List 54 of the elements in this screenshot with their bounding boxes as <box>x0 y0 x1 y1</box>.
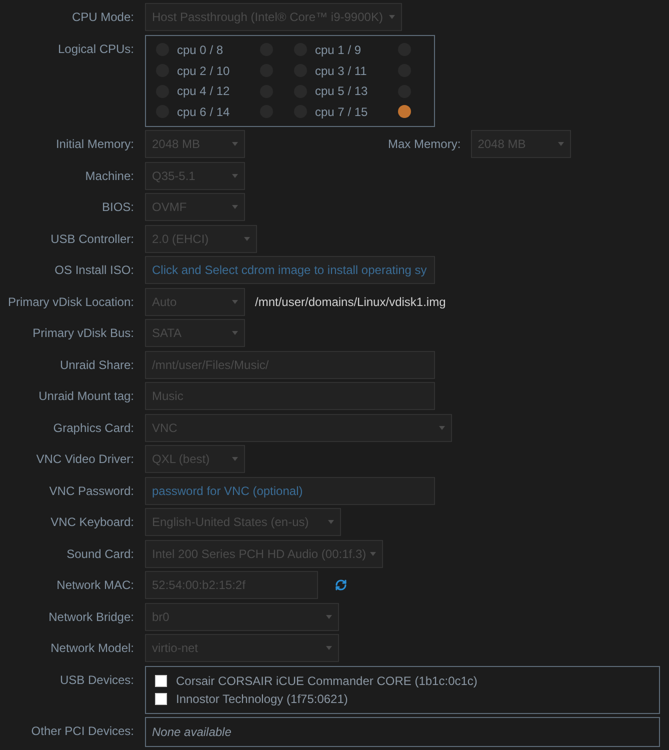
iso-path-field[interactable]: Click and Select cdrom image to install operating sy <box>145 256 435 284</box>
field-label: Machine: <box>84 168 134 184</box>
caret-icon <box>389 15 395 19</box>
caret-icon <box>232 142 238 146</box>
usb-device-label[interactable]: Innostor Technology (1f75:0621) <box>176 692 348 706</box>
caret-icon <box>558 142 564 146</box>
cpu-pair-label: cpu 7 / 15 <box>315 104 369 119</box>
field-label: Unraid Mount tag: <box>38 388 134 405</box>
caret-icon <box>370 552 376 556</box>
field-label: OS Install ISO: <box>54 262 134 279</box>
field-label: VNC Password: <box>48 482 134 500</box>
field-label: BIOS: <box>100 199 134 216</box>
caret-icon <box>232 205 238 209</box>
caret-icon <box>232 457 238 461</box>
field-label: VNC Video Driver: <box>35 451 134 468</box>
field-label: USB Controller: <box>50 230 134 248</box>
caret-icon <box>326 614 332 618</box>
field-label: Unraid Share: <box>58 356 134 374</box>
field-label: Primary vDisk Bus: <box>32 325 134 342</box>
cpu-pair-label: cpu 5 / 13 <box>315 84 369 98</box>
caret-icon <box>244 236 250 240</box>
field-label: Graphics Card: <box>52 420 134 436</box>
cpu-pair-label: cpu 0 / 8 <box>177 42 224 57</box>
checkbox[interactable] <box>398 105 411 118</box>
cpu-pair-label: cpu 1 / 9 <box>315 42 362 57</box>
field-label: VNC Keyboard: <box>50 514 134 531</box>
field-label: Sound Card: <box>66 546 134 562</box>
refresh-icon[interactable] <box>335 579 347 591</box>
cpu-pair-label: cpu 2 / 10 <box>177 64 231 78</box>
caret-icon <box>232 174 238 178</box>
caret-icon <box>232 331 238 335</box>
cpu-pair-label: cpu 4 / 12 <box>177 84 231 98</box>
field-label: Primary vDisk Location: <box>6 294 134 310</box>
field-label: Other PCI Devices: <box>30 723 134 740</box>
caret-icon <box>232 300 238 304</box>
field-label: Logical CPUs: <box>56 40 134 58</box>
caret-icon <box>328 520 334 524</box>
empty-message: None available <box>152 725 232 739</box>
field-label: CPU Mode: <box>70 9 134 26</box>
password-field[interactable]: password for VNC (optional) <box>145 476 435 504</box>
field-label: Network Model: <box>50 640 134 657</box>
usb-device-label[interactable]: Corsair CORSAIR iCUE Commander CORE (1b1c:0c1c) <box>176 674 478 688</box>
checkbox[interactable] <box>155 692 167 704</box>
caret-icon <box>326 646 332 650</box>
vdisk-path-text: /mnt/user/domains/Linux/vdisk1.img <box>255 294 446 308</box>
field-label: Network MAC: <box>56 577 134 594</box>
field-label: Max Memory: <box>388 136 461 153</box>
field-label: USB Devices: <box>58 672 134 688</box>
cpu-pair-label: cpu 3 / 11 <box>315 64 368 78</box>
field-label: Network Bridge: <box>48 608 134 626</box>
caret-icon <box>439 426 445 430</box>
field-label: Initial Memory: <box>54 136 134 153</box>
checkbox[interactable] <box>155 674 167 686</box>
cpu-pair-label: cpu 6 / 14 <box>177 104 231 119</box>
